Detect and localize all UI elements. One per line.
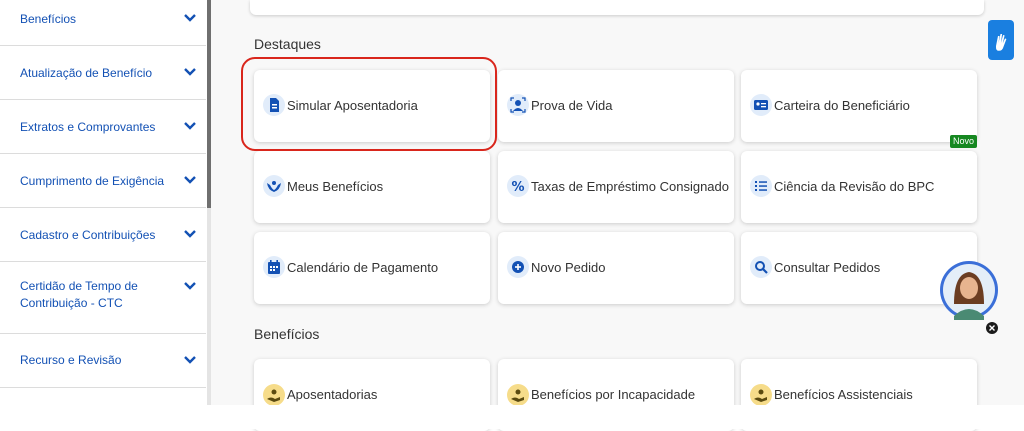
card-label: Taxas de Empréstimo Consignado <box>531 179 729 194</box>
sidebar-item-label: Certidão de Tempo de Contribuição - CTC <box>20 279 138 310</box>
section-title-beneficios: Benefícios <box>254 326 320 342</box>
chevron-down-icon <box>184 68 196 76</box>
sidebar-item-atualizacao[interactable]: Atualização de Benefício <box>0 46 206 100</box>
card-label: Benefícios Assistenciais <box>774 387 913 402</box>
svg-text:%: % <box>511 180 524 195</box>
virtual-assistant-avatar[interactable] <box>940 246 998 334</box>
person-scan-icon <box>507 94 529 116</box>
card-label: Benefícios por Incapacidade <box>531 387 696 402</box>
page-bottom-strip <box>0 405 1024 429</box>
sidebar-item-label: Cadastro e Contribuições <box>20 228 156 242</box>
card-prova-de-vida[interactable]: Prova de Vida <box>498 70 734 142</box>
sidebar-item-ctc[interactable]: Certidão de Tempo de Contribuição - CTC <box>0 262 206 334</box>
hand-coin-icon <box>507 384 529 406</box>
hands-icon <box>263 175 285 197</box>
highlight-annotation <box>241 57 497 151</box>
card-label: Consultar Pedidos <box>774 260 881 275</box>
card-novo-pedido[interactable]: Novo Pedido <box>498 232 734 304</box>
chevron-down-icon <box>184 282 196 290</box>
search-icon <box>750 256 772 278</box>
chevron-down-icon <box>184 122 196 130</box>
card-label: Meus Benefícios <box>287 179 384 194</box>
percent-icon: % <box>507 175 529 197</box>
card-meus-beneficios[interactable]: Meus Benefícios <box>254 151 490 223</box>
card-calendario-pagamento[interactable]: Calendário de Pagamento <box>254 232 490 304</box>
sidebar: Benefícios Atualização de Benefício Extr… <box>0 0 210 405</box>
chevron-down-icon <box>184 230 196 238</box>
card-label: Aposentadorias <box>287 387 378 402</box>
sidebar-item-beneficios[interactable]: Benefícios <box>0 0 206 46</box>
checklist-icon <box>750 175 772 197</box>
card-label: Novo Pedido <box>531 260 606 275</box>
card-label: Prova de Vida <box>531 98 613 113</box>
sign-language-icon <box>995 34 1007 51</box>
id-card-icon <box>750 94 772 116</box>
top-card <box>250 0 984 15</box>
main-content: Destaques Simular Aposentadoria Prova de… <box>211 0 1024 431</box>
novo-badge: Novo <box>949 135 977 148</box>
card-ciencia-revisao-bpc[interactable]: Novo Ciência da Revisão do BPC <box>741 135 977 223</box>
assistant-avatar-icon <box>940 261 998 334</box>
sidebar-item-label: Extratos e Comprovantes <box>20 120 156 134</box>
card-label: Carteira do Beneficiário <box>774 98 910 113</box>
chevron-down-icon <box>184 356 196 364</box>
card-label: Ciência da Revisão do BPC <box>774 179 935 194</box>
hand-coin-icon <box>750 384 772 406</box>
sidebar-item-label: Atualização de Benefício <box>20 66 153 80</box>
chevron-down-icon <box>184 14 196 22</box>
section-title-destaques: Destaques <box>254 36 321 52</box>
plus-circle-icon <box>507 256 529 278</box>
sidebar-item-cadastro[interactable]: Cadastro e Contribuições <box>0 208 206 262</box>
card-taxas-emprestimo[interactable]: % Taxas de Empréstimo Consignado <box>498 151 734 223</box>
sidebar-item-label: Benefícios <box>20 12 77 26</box>
sidebar-item-label: Recurso e Revisão <box>20 353 122 367</box>
card-carteira-beneficiario[interactable]: Carteira do Beneficiário <box>741 70 977 142</box>
sidebar-item-recurso[interactable]: Recurso e Revisão <box>0 334 206 388</box>
sidebar-item-label: Cumprimento de Exigência <box>20 174 165 188</box>
sidebar-item-extratos[interactable]: Extratos e Comprovantes <box>0 100 206 154</box>
chevron-down-icon <box>184 176 196 184</box>
card-label: Calendário de Pagamento <box>287 260 439 275</box>
hand-coin-icon <box>263 384 285 406</box>
accessibility-button[interactable] <box>988 20 1014 60</box>
sidebar-item-exigencia[interactable]: Cumprimento de Exigência <box>0 154 206 208</box>
calendar-icon <box>263 256 285 278</box>
